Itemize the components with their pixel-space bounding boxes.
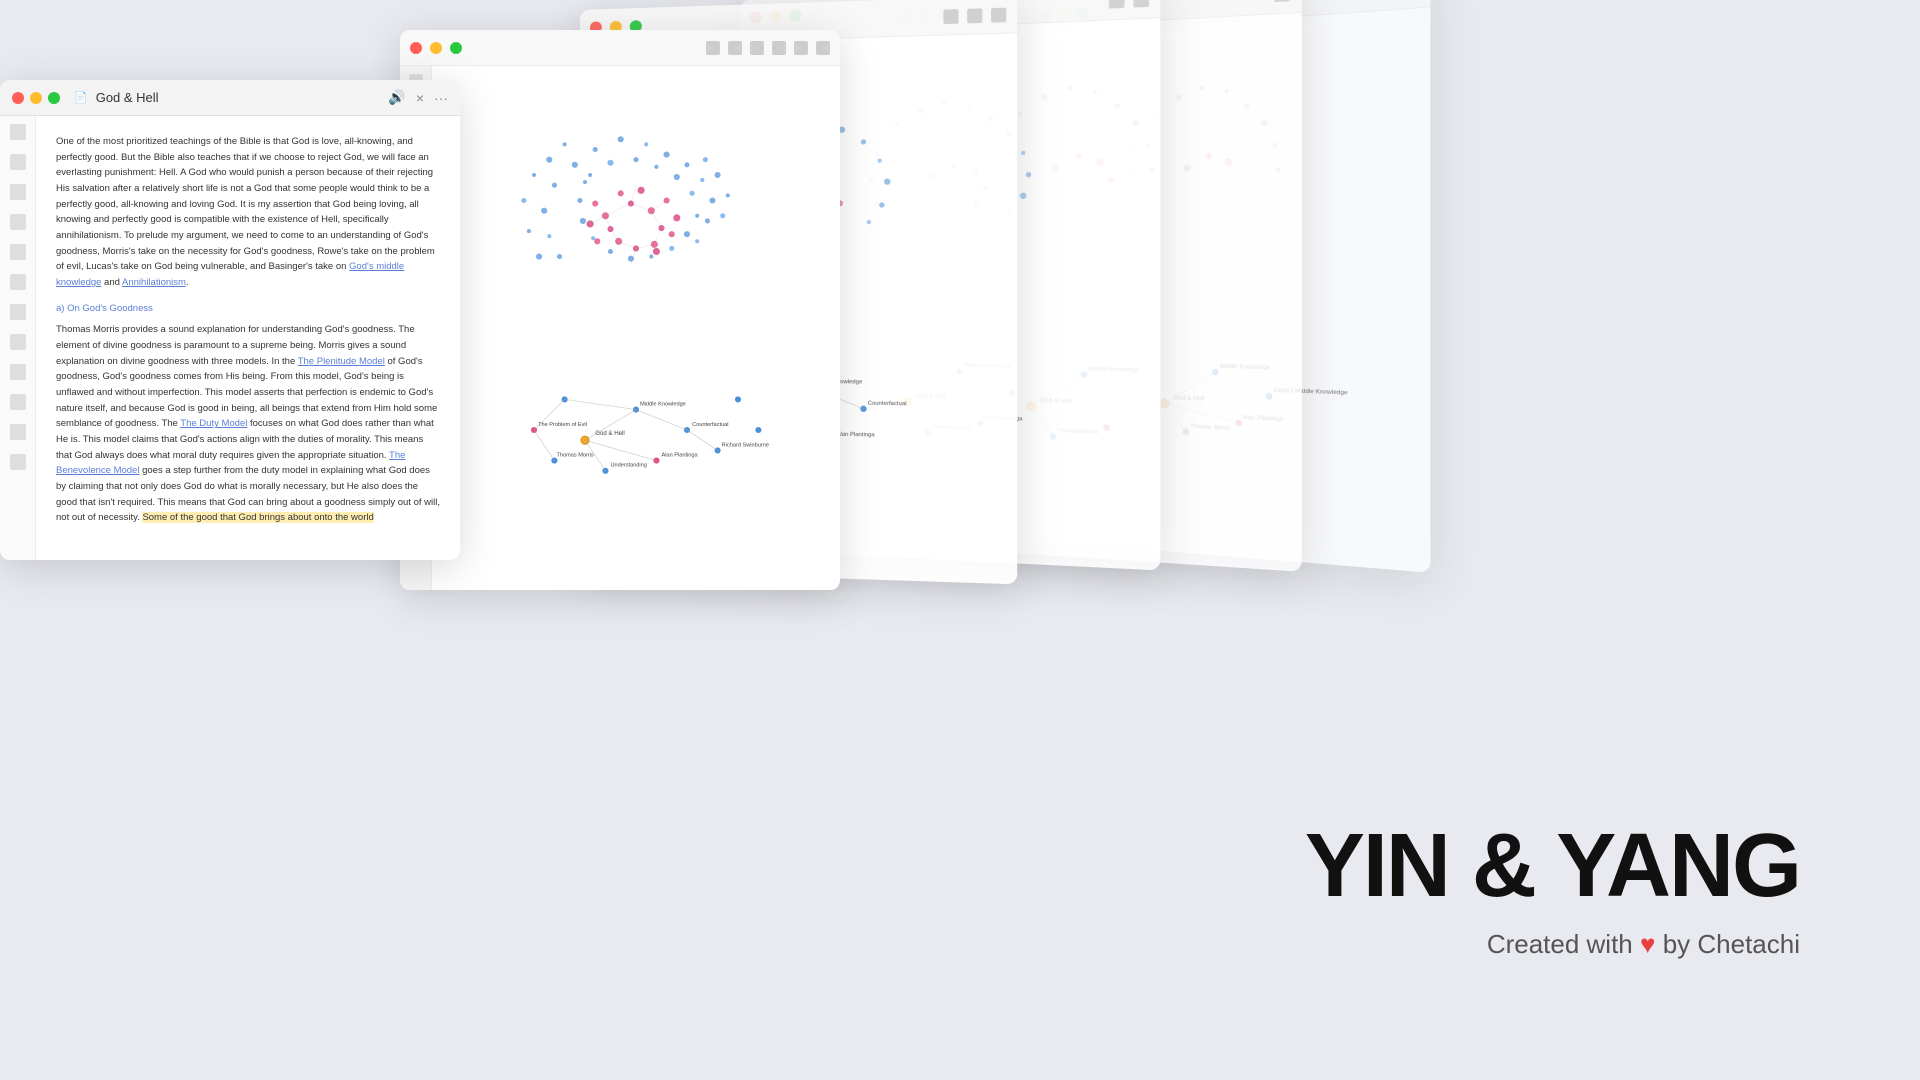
link-middle-knowledge[interactable]: God's middle knowledge xyxy=(56,261,404,288)
section-heading-gods-goodness: a) On God's Goodness xyxy=(56,301,440,317)
svg-text:The Problem of Evil: The Problem of Evil xyxy=(538,422,587,428)
author-byline: by Chetachi xyxy=(1663,929,1800,959)
sidebar-nav-4[interactable] xyxy=(10,214,26,230)
link-annihilationism[interactable]: Annihilationism xyxy=(122,277,186,288)
maximize-dot[interactable] xyxy=(48,92,60,104)
yin-yang-title: YIN & YANG xyxy=(1305,821,1800,911)
sidebar-nav-6[interactable] xyxy=(10,274,26,290)
svg-text:Understanding: Understanding xyxy=(611,463,647,469)
svg-text:Alan Plantinga: Alan Plantinga xyxy=(837,432,876,439)
graph-maximize-dot[interactable] xyxy=(450,42,462,54)
knowledge-map: God & Hell Middle Knowledge The Problem … xyxy=(531,396,769,474)
svg-text:God & Hell: God & Hell xyxy=(595,430,625,437)
sidebar-nav-12[interactable] xyxy=(10,454,26,470)
blue-nodes xyxy=(521,136,730,358)
svg-text:Alan Plantinga: Alan Plantinga xyxy=(662,453,699,459)
text-window-header: 📄 God & Hell xyxy=(12,90,382,105)
text-sidebar xyxy=(0,116,36,560)
close-icon[interactable]: × xyxy=(416,90,424,106)
sidebar-nav-5[interactable] xyxy=(10,244,26,260)
sidebar-nav-10[interactable] xyxy=(10,394,26,410)
graph-tool-2[interactable] xyxy=(728,41,742,55)
sidebar-nav-3[interactable] xyxy=(10,184,26,200)
graph-close-dot[interactable] xyxy=(410,42,422,54)
sidebar-nav-7[interactable] xyxy=(10,304,26,320)
svg-text:Counterfactual: Counterfactual xyxy=(692,422,728,428)
branding-area: YIN & YANG Created with ♥ by Chetachi xyxy=(1305,821,1800,960)
svg-text:Richard Swinburne: Richard Swinburne xyxy=(722,442,769,448)
text-window-controls: 🔊 × ··· xyxy=(388,89,448,106)
graph-minimize-dot[interactable] xyxy=(430,42,442,54)
graph-svg-main: God & Hell Middle Knowledge The Problem … xyxy=(432,66,840,590)
svg-text:Thomas Morris: Thomas Morris xyxy=(556,453,593,459)
highlighted-text: Some of the good that God brings about o… xyxy=(142,512,373,523)
graph-tool-5[interactable] xyxy=(794,41,808,55)
link-duty-model[interactable]: The Duty Model xyxy=(180,418,247,429)
graph-canvas-main[interactable]: God & Hell Middle Knowledge The Problem … xyxy=(432,66,840,590)
created-with-text: Created with xyxy=(1487,929,1633,959)
svg-text:Counterfactual: Counterfactual xyxy=(868,401,907,408)
graph2-tool-2[interactable] xyxy=(967,8,982,23)
graph-tool-4[interactable] xyxy=(772,41,786,55)
text-paragraph-2: Thomas Morris provides a sound explanati… xyxy=(56,322,440,526)
graph2-tool-3[interactable] xyxy=(991,7,1006,22)
minimize-dot[interactable] xyxy=(30,92,42,104)
svg-text:Middle Knowledge: Middle Knowledge xyxy=(640,402,686,408)
sidebar-nav-9[interactable] xyxy=(10,364,26,380)
graph-toolbar-main xyxy=(400,30,840,66)
graph4-tool-1[interactable] xyxy=(1274,0,1290,2)
created-with-line: Created with ♥ by Chetachi xyxy=(1305,929,1800,960)
speaker-icon[interactable]: 🔊 xyxy=(388,89,405,106)
text-window-body: One of the most prioritized teachings of… xyxy=(0,116,460,560)
sidebar-nav-8[interactable] xyxy=(10,334,26,350)
sidebar-nav-11[interactable] xyxy=(10,424,26,440)
graph-tool-3[interactable] xyxy=(750,41,764,55)
graph-tool-6[interactable] xyxy=(816,41,830,55)
close-dot[interactable] xyxy=(12,92,24,104)
graph-body-main: God & Hell Middle Knowledge The Problem … xyxy=(400,66,840,590)
text-window-titlebar: 📄 God & Hell 🔊 × ··· xyxy=(0,80,460,116)
text-window-title: God & Hell xyxy=(96,90,159,105)
more-icon[interactable]: ··· xyxy=(434,90,448,106)
graph3-tool-1[interactable] xyxy=(1109,0,1125,8)
graph3-tool-2[interactable] xyxy=(1133,0,1149,7)
text-paragraph-1: One of the most prioritized teachings of… xyxy=(56,134,440,291)
sidebar-nav-2[interactable] xyxy=(10,154,26,170)
heart-icon: ♥ xyxy=(1640,929,1663,959)
link-benevolence-model[interactable]: The Benevolence Model xyxy=(56,450,405,477)
pink-nodes xyxy=(587,187,681,255)
text-content-area: One of the most prioritized teachings of… xyxy=(36,116,460,560)
link-plenitude-model[interactable]: The Plenitude Model xyxy=(298,356,385,367)
text-reader-window: 📄 God & Hell 🔊 × ··· One of the most pri… xyxy=(0,80,460,560)
graph-tool-1[interactable] xyxy=(706,41,720,55)
graph2-tool-1[interactable] xyxy=(943,9,958,24)
graph-window-main: God & Hell Middle Knowledge The Problem … xyxy=(400,30,840,590)
sidebar-nav-1[interactable] xyxy=(10,124,26,140)
